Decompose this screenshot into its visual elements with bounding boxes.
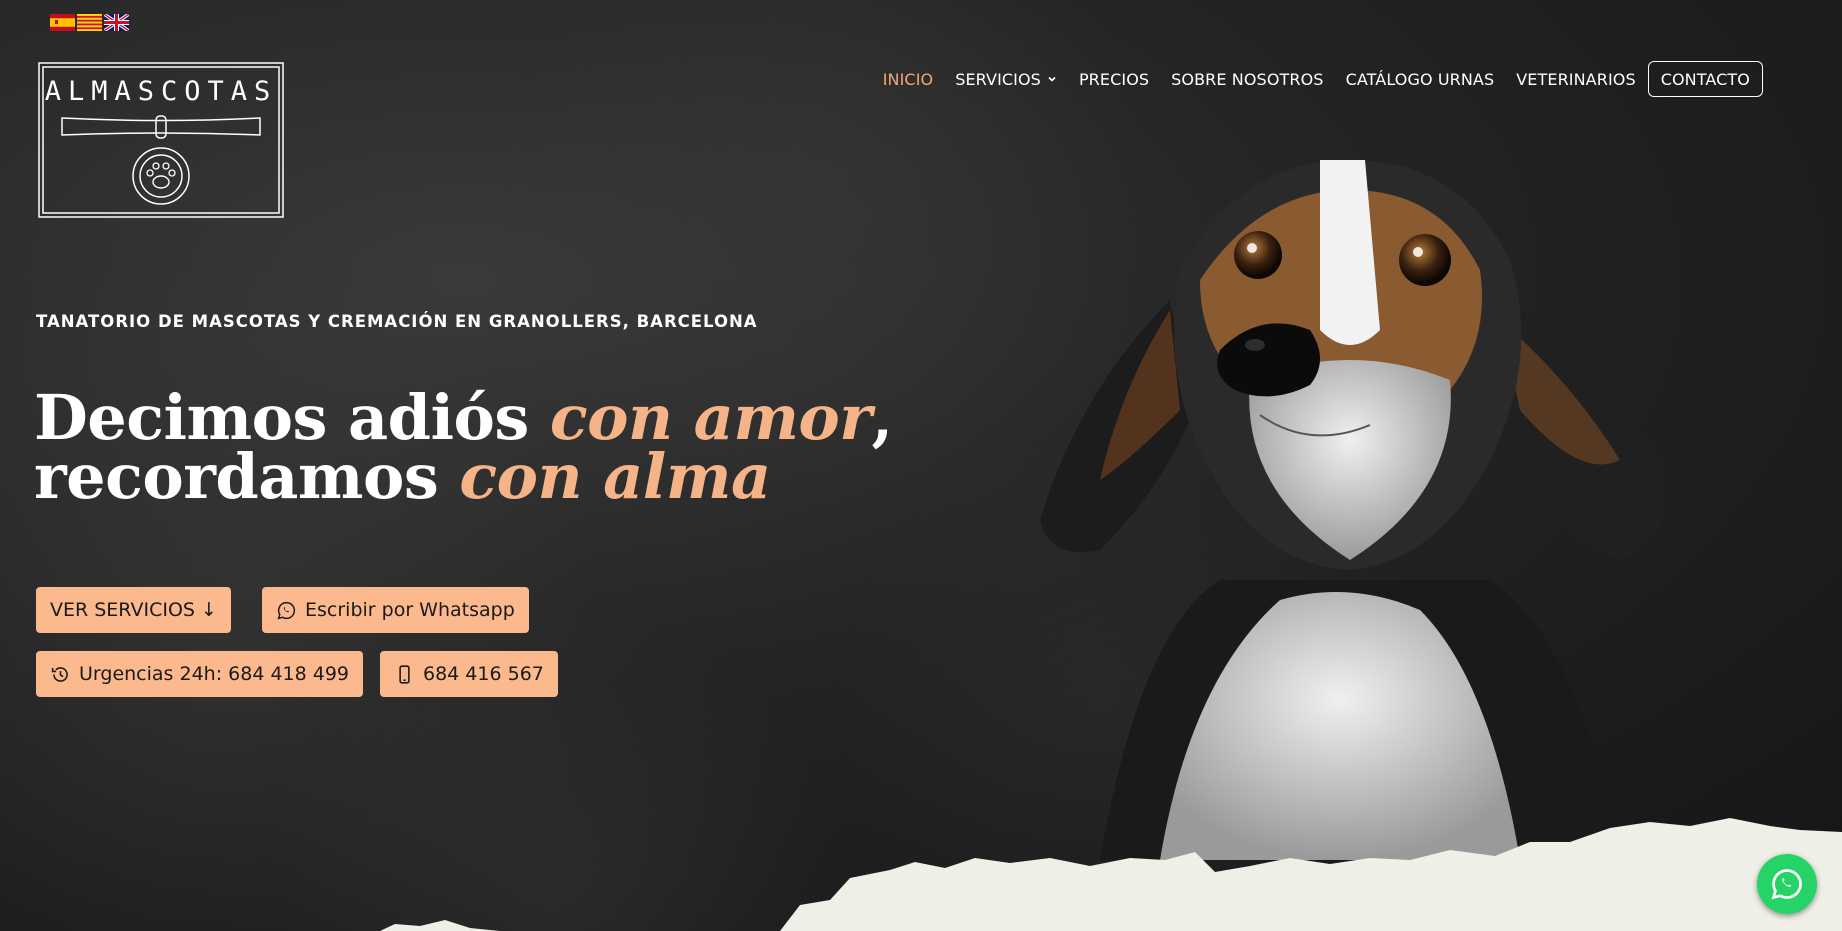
uk-flag-icon[interactable] [104,14,129,31]
nav-item-servicios-label: SERVICIOS [955,69,1041,89]
mobile-phone-label: 684 416 567 [423,663,544,685]
headline-line2-accent: con alma [459,440,771,513]
chevron-down-icon [1048,76,1056,82]
nav-item-servicios[interactable]: SERVICIOS [955,63,1057,95]
history-clock-icon [51,666,68,682]
language-switcher [50,14,129,31]
nav-item-contacto[interactable]: CONTACTO [1647,61,1763,97]
mobile-phone-button[interactable]: 684 416 567 [380,651,558,697]
paw-tag-logo: ALMASCOTAS [38,62,284,218]
whatsapp-icon [1771,869,1802,900]
nav-item-sobre-nosotros[interactable]: SOBRE NOSOTROS [1171,63,1323,95]
floating-whatsapp-button[interactable] [1757,854,1817,914]
whatsapp-button-label: Escribir por Whatsapp [305,599,515,621]
hero-headline: Decimos adiós con amor, recordamos con a… [34,387,893,508]
hero-tagline: TANATORIO DE MASCOTAS Y CREMACIÓN EN GRA… [36,312,758,331]
whatsapp-icon [277,601,296,619]
site-logo[interactable]: ALMASCOTAS [38,62,284,218]
catalonia-flag-icon[interactable] [77,14,102,31]
nav-item-inicio[interactable]: INICIO [883,63,934,95]
main-nav: INICIO SERVICIOS PRECIOS SOBRE NOSOTROS … [883,61,1763,97]
nav-item-veterinarios[interactable]: VETERINARIOS [1516,63,1635,95]
headline-line1-end: , [871,381,893,454]
mobile-phone-icon [399,664,410,684]
nav-item-precios[interactable]: PRECIOS [1079,63,1149,95]
urgent-phone-label: Urgencias 24h: 684 418 499 [79,663,350,685]
spain-flag-icon[interactable] [50,14,75,31]
nav-item-catalogo-urnas[interactable]: CATÁLOGO URNAS [1346,63,1495,95]
logo-text: ALMASCOTAS [45,76,278,107]
urgent-phone-button[interactable]: Urgencias 24h: 684 418 499 [36,651,364,697]
headline-line2-plain: recordamos [34,440,460,513]
whatsapp-button[interactable]: Escribir por Whatsapp [262,587,529,633]
dog-photo [1040,160,1665,860]
view-services-button[interactable]: VER SERVICIOS ↓ [36,587,231,633]
